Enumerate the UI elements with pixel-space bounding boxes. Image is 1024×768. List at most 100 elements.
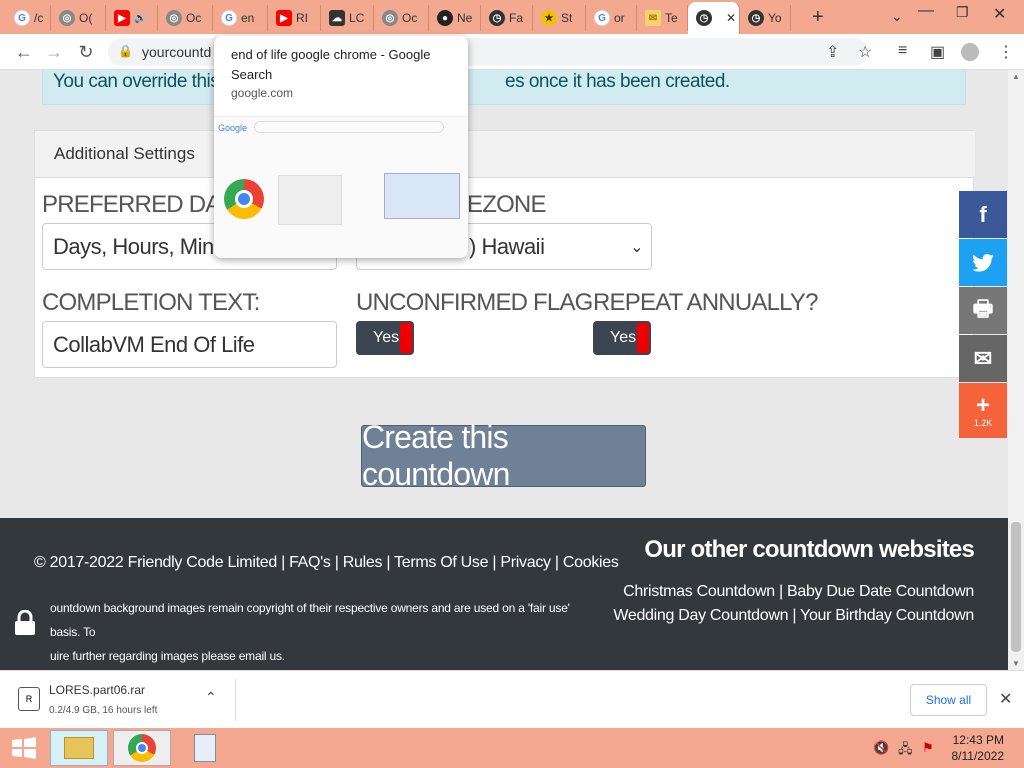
page-scrollbar[interactable]: ▲ ▼ — [1008, 70, 1024, 670]
countdown-icon: ◷ — [489, 10, 505, 26]
footer-copyright-links[interactable]: © 2017-2022 Friendly Code Limited | FAQ'… — [34, 554, 619, 572]
settings-card: Additional Settings PREFERRED DATE FO Da… — [34, 130, 975, 378]
settings-header[interactable]: Additional Settings — [35, 131, 975, 178]
action-center-icon[interactable]: ⚑ — [922, 740, 934, 756]
tab-label: Ne — [457, 11, 473, 25]
twitter-share-icon[interactable] — [959, 239, 1007, 286]
chrome-taskbar-icon[interactable] — [113, 730, 171, 766]
create-countdown-button[interactable]: Create this countdown — [361, 419, 646, 492]
completion-text-input[interactable]: CollabVM End Of Life — [42, 321, 337, 368]
sound-muted-icon[interactable]: 🔇 — [873, 740, 889, 756]
download-bar: R LORES.part06.rar 0.2/4.9 GB, 16 hours … — [0, 670, 1024, 728]
browser-tab[interactable]: ▶ 🔊 — [106, 5, 158, 31]
start-button-icon[interactable] — [0, 730, 48, 766]
note-line-1: ountdown background images remain copyri… — [50, 601, 570, 639]
show-all-downloads-button[interactable]: Show all — [910, 684, 987, 716]
restore-icon[interactable]: ❐ — [956, 4, 969, 21]
tab-label: /c — [34, 11, 44, 25]
profile-avatar-icon[interactable] — [961, 43, 979, 61]
tab-label: RI — [296, 11, 308, 25]
padlock-icon[interactable] — [0, 601, 50, 645]
browser-tab[interactable]: ◷ Fa — [481, 5, 533, 31]
tab-search-icon[interactable]: ⌄ — [891, 8, 903, 25]
file-explorer-icon[interactable] — [50, 730, 108, 766]
timezone-value: ) Hawaii — [469, 233, 545, 259]
scrollbar-thumb[interactable] — [1011, 522, 1021, 652]
browser-tab[interactable]: ● Ne — [429, 5, 481, 31]
image-copyright-note: ountdown background images remain copyri… — [50, 596, 580, 668]
document-viewer-icon[interactable] — [176, 730, 234, 766]
tab-label: St — [561, 11, 573, 25]
tab-label: Yo — [768, 11, 782, 25]
close-download-bar-icon[interactable]: ✕ — [999, 689, 1012, 709]
taskbar-clock[interactable]: 12:43 PM 8/11/2022 — [952, 732, 1005, 764]
share-page-icon[interactable]: ⇪ — [826, 42, 839, 62]
unconfirmed-flag-label: UNCONFIRMED FLAG — [356, 289, 593, 316]
tab-label: or — [614, 11, 625, 25]
google-icon: G — [594, 10, 610, 26]
email-share-icon[interactable]: ✉ — [959, 335, 1007, 382]
cloud-upload-icon: ☁ — [329, 10, 345, 26]
repeat-annually-label: REPEAT ANNUALLY? — [593, 289, 818, 316]
scroll-up-arrow[interactable]: ▲ — [1012, 72, 1020, 81]
preview-image-3 — [384, 173, 460, 219]
preview-title: end of life google chrome - Google Searc… — [231, 47, 431, 82]
tab-label: Oc — [186, 11, 202, 25]
tab-hover-preview: end of life google chrome - Google Searc… — [214, 36, 468, 258]
minimize-icon[interactable]: — — [918, 2, 934, 20]
clock-date: 8/11/2022 — [951, 749, 1005, 763]
browser-tab[interactable]: G/c — [6, 5, 51, 31]
browser-tab[interactable]: ◎ O( — [51, 5, 106, 31]
menu-dots-icon[interactable]: ⋮ — [998, 42, 1014, 62]
new-tab-icon[interactable]: + — [812, 6, 824, 29]
browser-tab[interactable]: ◎ Oc — [158, 5, 213, 31]
tab-label: Fa — [509, 11, 524, 25]
browser-tab[interactable]: ◎ Oc — [374, 5, 429, 31]
side-panel-icon[interactable]: ▣ — [930, 42, 945, 62]
clock-time: 12:43 PM — [952, 733, 1004, 747]
facebook-share-icon[interactable]: f — [959, 191, 1007, 238]
browser-tab[interactable]: ✉ Te — [637, 5, 688, 31]
preview-search-bar — [254, 121, 444, 133]
other-sites-links-2[interactable]: Wedding Day Countdown | Your Birthday Co… — [613, 607, 974, 625]
browser-tab[interactable]: ▶ RI — [268, 5, 321, 31]
reload-icon[interactable]: ↻ — [74, 40, 98, 64]
browser-tab[interactable]: ◷ ✕ — [688, 2, 740, 34]
close-tab-icon[interactable]: ✕ — [726, 11, 736, 25]
repeat-annually-toggle[interactable]: Yes — [593, 321, 651, 355]
more-share-icon[interactable]: + 1.2K — [959, 383, 1007, 438]
other-sites-links-1[interactable]: Christmas Countdown | Baby Due Date Coun… — [623, 583, 974, 601]
download-filename[interactable]: LORES.part06.rar — [49, 683, 145, 697]
timezone-label: EZONE — [467, 191, 546, 218]
google-icon: G — [14, 10, 30, 26]
windows-taskbar: 🔇 🖧 ⚑ 12:43 PM 8/11/2022 — [0, 728, 1024, 768]
browser-tab[interactable]: ◷ Yo — [740, 5, 791, 31]
completion-text-label: COMPLETION TEXT: — [42, 289, 260, 316]
browser-tab[interactable]: Gor — [586, 5, 637, 31]
forward-icon[interactable]: → — [42, 40, 66, 64]
repeat-toggle-label: Yes — [610, 329, 637, 346]
url-text: yourcountd — [142, 44, 212, 60]
back-icon[interactable]: ← — [12, 40, 36, 64]
print-icon[interactable]: 🖶 — [959, 287, 1007, 334]
browser-tab[interactable]: ★ St — [533, 5, 586, 31]
lock-icon: 🔒 — [118, 44, 133, 58]
browser-tab[interactable]: ☁ LC — [321, 5, 374, 31]
info-text-tail: es once it has been created. — [505, 71, 730, 92]
globe-icon: ◎ — [382, 10, 398, 26]
scroll-down-arrow[interactable]: ▼ — [1012, 659, 1020, 668]
rar-file-icon: R — [18, 687, 40, 711]
bookmark-star-icon[interactable]: ☆ — [858, 42, 872, 62]
unconfirmed-flag-toggle[interactable]: Yes — [356, 321, 414, 355]
reading-list-icon[interactable]: ≡ — [898, 42, 907, 60]
close-window-icon[interactable]: ✕ — [993, 4, 1006, 24]
browser-tab[interactable]: Gen — [213, 5, 268, 31]
countdown-icon: ◷ — [748, 10, 764, 26]
star-icon: ★ — [541, 10, 557, 26]
chevron-up-icon[interactable]: ⌃ — [205, 689, 217, 706]
share-count: 1.2K — [973, 417, 993, 428]
tab-strip: G/c ◎ O(▶ 🔊 ◎ Oc Gen ▶ RI ☁ LC ◎ Oc ● Ne ◷ Fa ★ St Gor ✉ Te ◷ ✕… — [0, 0, 1024, 34]
network-icon[interactable]: 🖧 — [898, 740, 913, 762]
youtube-icon: ▶ — [114, 10, 130, 26]
note-line-2: uire further regarding images please ema… — [50, 649, 285, 663]
